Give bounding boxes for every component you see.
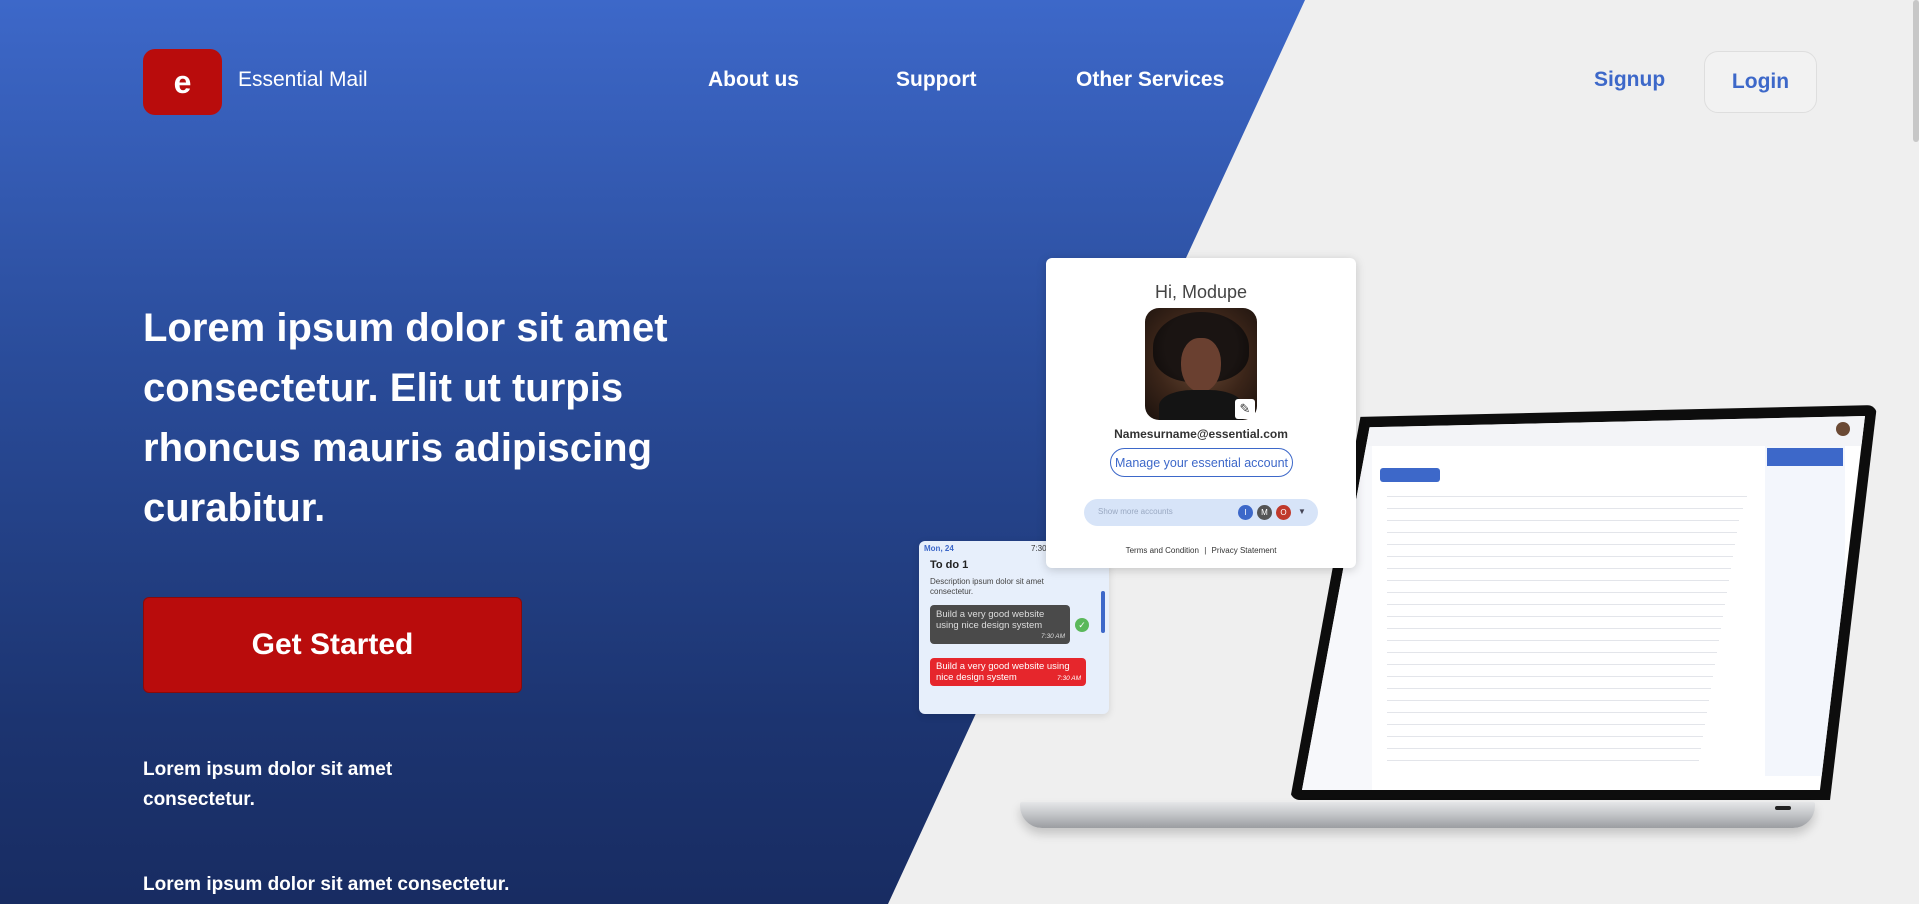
todo-item-pending[interactable]: Build a very good website using nice des… [930, 658, 1086, 686]
todo-item-done[interactable]: Build a very good website using nice des… [930, 605, 1070, 644]
todo-date: Mon, 24 [924, 544, 954, 553]
todo-item-done-time: 7:30 AM [1041, 633, 1065, 640]
check-icon: ✓ [1075, 618, 1089, 632]
nav-about[interactable]: About us [708, 68, 799, 92]
laptop-notch [1775, 806, 1791, 810]
accounts-placeholder: Show more accounts [1098, 507, 1173, 516]
privacy-link[interactable]: Privacy Statement [1212, 546, 1277, 555]
laptop-inbox-preview [1302, 416, 1865, 790]
manage-account-button[interactable]: Manage your essential account [1110, 448, 1293, 477]
hero-subtext-1: Lorem ipsum dolor sit amet consectetur. [143, 759, 393, 810]
terms-link[interactable]: Terms and Condition [1126, 546, 1199, 555]
login-button[interactable]: Login [1704, 51, 1817, 113]
account-avatar-2[interactable]: M [1257, 505, 1272, 520]
todo-title: To do 1 [930, 559, 969, 571]
account-avatar-3[interactable]: O [1276, 505, 1291, 520]
logo-icon[interactable]: e [143, 49, 222, 115]
account-email: Namesurname@essential.com [1114, 427, 1288, 441]
account-avatar-1[interactable]: I [1238, 505, 1253, 520]
account-card: Hi, Modupe Namesurname@essential.com Man… [1046, 258, 1356, 568]
account-greeting: Hi, Modupe [1154, 282, 1248, 302]
todo-time: 7:30 [1031, 544, 1047, 553]
laptop-avatar [1836, 422, 1850, 436]
signup-link[interactable]: Signup [1594, 68, 1665, 92]
nav-support[interactable]: Support [896, 68, 976, 92]
laptop-base [1020, 802, 1815, 828]
todo-item-pending-time: 7:30 AM [1057, 675, 1081, 682]
todo-item-pending-text: Build a very good website using nice des… [936, 661, 1070, 683]
todo-item-done-text: Build a very good website using nice des… [936, 609, 1045, 631]
chevron-down-icon[interactable]: ▼ [1298, 507, 1306, 516]
landing-page: e Essential Mail About us Support Other … [0, 0, 1919, 904]
accounts-switcher[interactable]: Show more accounts I M O ▼ [1084, 499, 1318, 526]
edit-icon[interactable]: ✎ [1235, 399, 1255, 419]
todo-scrollbar [1101, 591, 1105, 633]
nav-other-services[interactable]: Other Services [1076, 68, 1224, 92]
todo-description: Description ipsum dolor sit amet consect… [930, 577, 1044, 596]
get-started-button[interactable]: Get Started [143, 597, 522, 693]
brand-name[interactable]: Essential Mail [238, 68, 368, 92]
account-footer: Terms and Condition | Privacy Statement [1125, 546, 1277, 555]
page-scrollbar[interactable] [1913, 0, 1919, 142]
hero-subtext-2: Lorem ipsum dolor sit amet consectetur. [143, 874, 510, 895]
hero-headline: Lorem ipsum dolor sit amet consectetur. … [143, 306, 668, 530]
